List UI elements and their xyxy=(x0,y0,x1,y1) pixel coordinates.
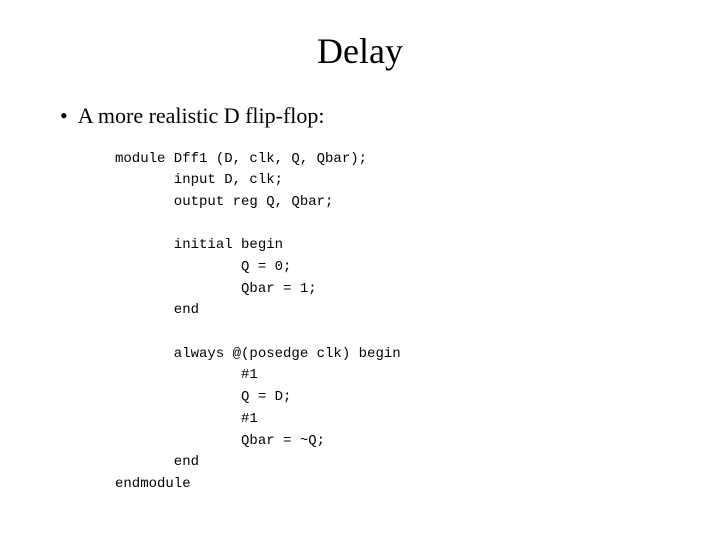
code-line-3: output reg Q, Qbar; xyxy=(115,194,333,210)
code-line-16: endmodule xyxy=(115,476,191,492)
code-line-7: Qbar = 1; xyxy=(115,281,317,297)
code-line-14: Qbar = ~Q; xyxy=(115,433,325,449)
slide-title: Delay xyxy=(60,30,660,72)
code-line-15: end xyxy=(115,454,199,470)
code-line-1: module Dff1 (D, clk, Q, Qbar); xyxy=(115,151,367,167)
code-line-12: Q = D; xyxy=(115,389,291,405)
code-line-6: Q = 0; xyxy=(115,259,291,275)
code-line-2: input D, clk; xyxy=(115,172,283,188)
code-block: module Dff1 (D, clk, Q, Qbar); input D, … xyxy=(115,149,660,496)
slide-container: Delay • A more realistic D flip-flop: mo… xyxy=(0,0,720,540)
code-line-13: #1 xyxy=(115,411,258,427)
bullet-item: • A more realistic D flip-flop: xyxy=(60,102,660,131)
bullet-text: A more realistic D flip-flop: xyxy=(78,102,325,131)
code-line-8: end xyxy=(115,302,199,318)
code-line-5: initial begin xyxy=(115,237,283,253)
code-line-11: #1 xyxy=(115,367,258,383)
bullet-section: • A more realistic D flip-flop: xyxy=(60,102,660,131)
bullet-dot: • xyxy=(60,102,68,131)
code-line-10: always @(posedge clk) begin xyxy=(115,346,401,362)
